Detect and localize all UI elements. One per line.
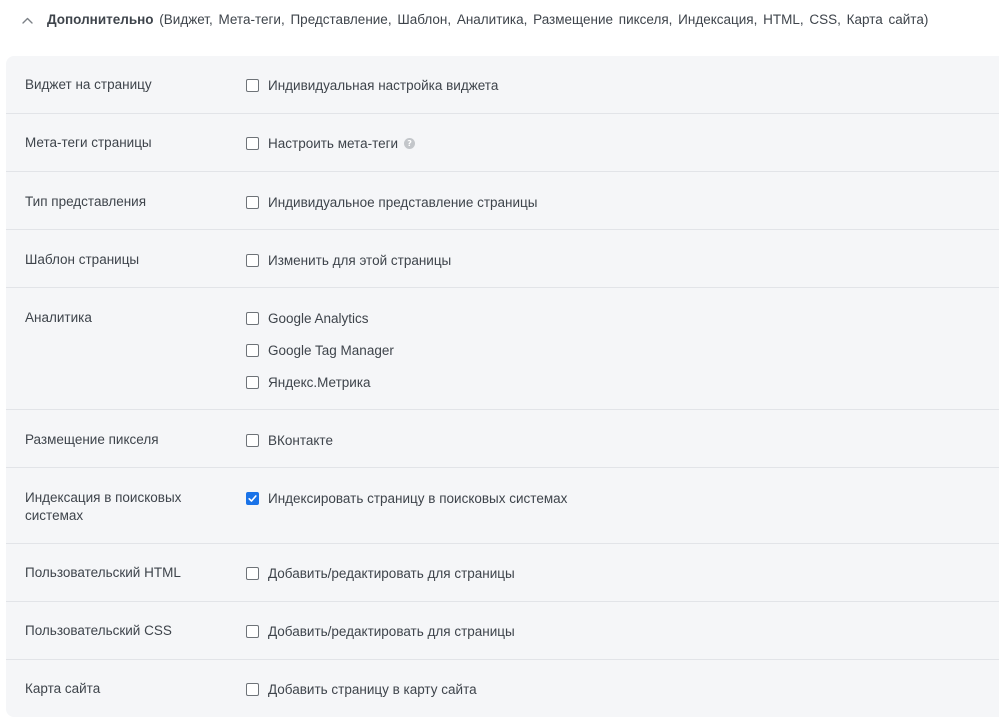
option-label: Индивидуальная настройка виджета [268,77,499,93]
option-label: Google Analytics [268,310,369,326]
check-icon [248,494,257,502]
checkbox[interactable] [246,253,259,267]
template-option[interactable]: Изменить для этой страницы [246,251,451,269]
indexing-option[interactable]: Индексировать страницу в поисковых систе… [246,489,567,507]
option-label: ВКонтакте [268,432,333,448]
row-label: Мета-теги страницы [25,135,152,150]
row-label: Пользовательский CSS [25,623,172,638]
settings-row-view-type: Тип представления Индивидуальное предста… [6,172,999,230]
settings-row-meta-tags: Мета-теги страницы Настроить мета-теги ? [6,114,999,172]
row-label: Шаблон страницы [25,252,140,267]
custom-html-option[interactable]: Добавить/редактировать для страницы [246,564,515,582]
option-label: Индексировать страницу в поисковых систе… [268,490,568,506]
option-label: Добавить/редактировать для страницы [268,565,515,581]
settings-row-custom-html: Пользовательский HTML Добавить/редактиро… [6,544,999,602]
settings-row-analytics: Аналитика Google Analytics Google Tag Ma… [6,288,999,410]
yandex-metrika-option[interactable]: Яндекс.Метрика [246,373,371,391]
custom-css-option[interactable]: Добавить/редактировать для страницы [246,622,515,640]
meta-tags-option[interactable]: Настроить мета-теги ? [246,134,416,152]
view-type-option[interactable]: Индивидуальное представление страницы [246,193,538,211]
checkbox[interactable] [246,682,259,696]
chevron-up-icon[interactable] [20,13,34,27]
option-label: Индивидуальное представление страницы [268,194,538,210]
option-label: Изменить для этой страницы [268,252,452,268]
settings-row-indexing: Индексация в поисковых системах Индексир… [6,468,999,544]
checkbox[interactable] [246,566,259,580]
section-summary: (Виджет, Мета-теги, Представление, Шабло… [153,12,929,27]
advanced-settings-panel: Виджет на страницу Индивидуальная настро… [6,56,999,717]
option-label: Настроить мета-теги [268,135,399,151]
checkbox[interactable] [246,136,259,150]
settings-row-widget: Виджет на страницу Индивидуальная настро… [6,56,999,114]
widget-custom-option[interactable]: Индивидуальная настройка виджета [246,76,498,94]
checkbox[interactable] [246,343,259,357]
vkontakte-pixel-option[interactable]: ВКонтакте [246,431,333,449]
google-analytics-option[interactable]: Google Analytics [246,309,369,327]
row-label: Пользовательский HTML [25,565,181,580]
checkbox[interactable] [246,433,259,447]
checkbox[interactable] [246,78,259,92]
checkbox[interactable] [246,311,259,325]
option-label: Добавить страницу в карту сайта [268,681,477,697]
row-label: Размещение пикселя [25,432,159,447]
settings-row-custom-css: Пользовательский CSS Добавить/редактиров… [6,602,999,660]
checkbox[interactable] [246,375,259,389]
option-label: Добавить/редактировать для страницы [268,623,515,639]
checkbox-checked[interactable] [246,491,259,505]
google-tag-manager-option[interactable]: Google Tag Manager [246,341,394,359]
row-label: Тип представления [25,194,147,209]
row-label: Индексация в поисковых системах [25,490,182,523]
option-label: Google Tag Manager [268,342,394,358]
row-label: Виджет на страницу [25,77,152,92]
row-label: Аналитика [25,310,92,325]
section-title: Дополнительно [47,12,154,27]
settings-row-sitemap: Карта сайта Добавить страницу в карту са… [6,660,999,717]
checkbox[interactable] [246,195,259,209]
sitemap-option[interactable]: Добавить страницу в карту сайта [246,680,477,698]
checkbox[interactable] [246,624,259,638]
advanced-section-header[interactable]: Дополнительно (Виджет, Мета-теги, Предст… [0,0,999,40]
settings-row-template: Шаблон страницы Изменить для этой страни… [6,230,999,288]
option-label: Яндекс.Метрика [268,374,371,390]
row-label: Карта сайта [25,681,101,696]
settings-row-pixel: Размещение пикселя ВКонтакте [6,410,999,468]
question-circle-icon[interactable]: ? [404,137,416,149]
